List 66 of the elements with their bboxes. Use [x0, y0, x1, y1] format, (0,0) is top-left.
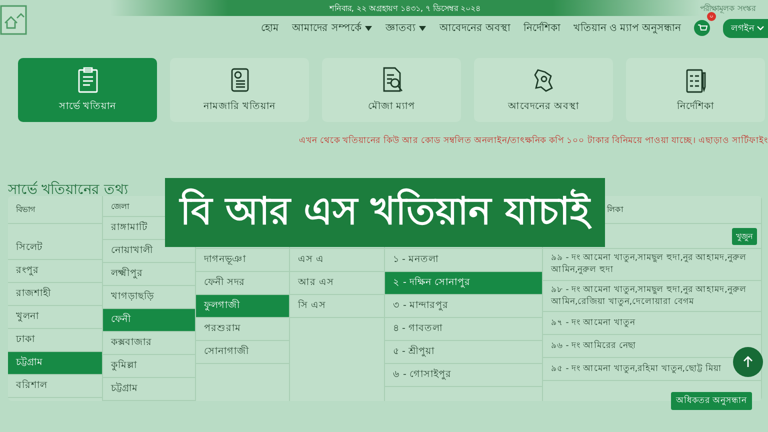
banner-title: বি আর এস খতিয়ান যাচাই: [180, 187, 590, 234]
checklist-icon: [684, 66, 706, 92]
list-item[interactable]: পরশুরাম: [204, 322, 241, 336]
column-header: জেলা: [111, 200, 129, 212]
list-item[interactable]: সি এস: [298, 299, 326, 313]
chevron-down-icon: [757, 26, 764, 30]
list-item[interactable]: ৯৭ - দং আমেনা খাতুন: [551, 317, 635, 330]
service-card[interactable]: মৌজা ম্যাপ: [322, 58, 461, 122]
list-item[interactable]: ৫ - শ্রীপুয়া: [393, 345, 434, 359]
list-item[interactable]: কক্সবাজার: [111, 336, 152, 350]
list-item[interactable]: রাঙ্গামাটি: [111, 221, 147, 235]
nav-link[interactable]: আবেদনের অবস্থা: [439, 20, 510, 36]
list-item[interactable]: নোয়াখালী: [111, 244, 153, 258]
list-item[interactable]: ঢাকা: [16, 333, 35, 347]
list-item[interactable]: রাজশাহী: [16, 287, 51, 301]
find-button[interactable]: খুজুন: [732, 228, 757, 244]
edition-label: পরীক্ষামূলক সংস্কর: [700, 2, 757, 14]
nav-link[interactable]: নির্দেশিকা: [523, 20, 560, 36]
list-item[interactable]: খুলনা: [16, 310, 39, 324]
nav-link[interactable]: আমাদের সম্পর্কে: [292, 20, 372, 36]
list-item[interactable]: ৯৮ - দং আমেনা খাতুন,সামছুল হুদা,নুর আহামদ,নুরুল আমিন,রেজিয়া খাতুন,দেলোয়ারা বেগম: [551, 284, 753, 308]
list-item[interactable]: এস এ: [298, 253, 324, 267]
map-pin-icon: [532, 66, 554, 92]
list-item[interactable]: চট্টগ্রাম: [8, 352, 102, 375]
list-item[interactable]: লক্ষ্মীপুর: [111, 267, 143, 281]
service-card[interactable]: নির্দেশিকা: [626, 58, 765, 122]
nav-link[interactable]: খতিয়ান ও ম্যাপ অনুসন্ধান: [573, 20, 681, 36]
list-item[interactable]: ফুলগাজী: [196, 295, 289, 318]
column-header: লিকা: [607, 204, 623, 216]
notice-text: এখন থেকে খতিয়ানের কিউ আর কোড সম্বলিত অনলাইন/তাৎক্ষনিক কপি ১০০ টাকার বিনিময়ে পাওয়া যাচ্ছে। এছাড়াও সার্টিফাইং: [299, 134, 768, 148]
list-item[interactable]: সোনাগাজী: [204, 345, 249, 359]
list-item[interactable]: ৬ - গোসাইপুর: [393, 368, 452, 382]
list-item[interactable]: ফেনী সদর: [204, 276, 246, 290]
service-card[interactable]: সার্ভে খতিয়ান: [18, 58, 157, 122]
nav-link[interactable]: হোম: [261, 20, 280, 36]
advanced-search-button[interactable]: অধিকতর অনুসন্ধান: [671, 392, 752, 410]
section-title: সার্ভে খতিয়ানের তথ্য: [8, 180, 130, 196]
list-item[interactable]: দাগনভূঞা: [204, 253, 246, 267]
service-card[interactable]: আবেদনের অবস্থা: [474, 58, 613, 122]
cart-icon[interactable]: [694, 20, 710, 36]
logo-icon[interactable]: [0, 5, 27, 35]
login-button[interactable]: লগইন: [723, 18, 768, 38]
document-search-icon: [380, 66, 402, 92]
list-item[interactable]: ২ - দক্ষিন সোনাপুর: [385, 272, 542, 295]
list-item[interactable]: বরিশাল: [16, 379, 47, 393]
service-card[interactable]: নামজারি খতিয়ান: [170, 58, 309, 122]
list-item[interactable]: কুমিল্লা: [111, 359, 137, 373]
list-item[interactable]: ফেনী: [103, 309, 195, 332]
column-header: বিভাগ: [16, 204, 35, 216]
list-item[interactable]: রংপুর: [16, 264, 39, 278]
list-item[interactable]: ৯৯ - দং আমেনা খাতুন,সামছুল হুদা,নুর আহামদ,নুরুল আমিন,নুরুল হুদা: [551, 252, 753, 277]
arrow-up-icon: [742, 356, 754, 368]
scroll-icon: [228, 66, 250, 92]
caret-icon: [365, 26, 372, 30]
nav-link[interactable]: জ্ঞাতব্য: [385, 20, 426, 36]
caret-icon: [419, 26, 426, 30]
list-item[interactable]: চট্টগ্রাম: [111, 382, 138, 396]
list-item[interactable]: খাগড়াছড়ি: [111, 290, 154, 304]
list-item[interactable]: ৯৫ - দং আমেনা খাতুন,রহিমা খাতুন,ছোট্ট মিয়া: [551, 363, 722, 376]
clipboard-icon: [76, 66, 98, 92]
list-item[interactable]: আর এস: [298, 276, 334, 290]
list-item[interactable]: ৯৬ - দং আমিরের নেছা: [551, 340, 636, 352]
list-item[interactable]: ৪ - গাবতলা: [393, 322, 442, 336]
list-item[interactable]: ৩ - মান্দারপুর: [393, 299, 448, 313]
list-item[interactable]: সিলেট: [16, 241, 42, 255]
list-item[interactable]: ১ - মনতলা: [393, 253, 438, 267]
